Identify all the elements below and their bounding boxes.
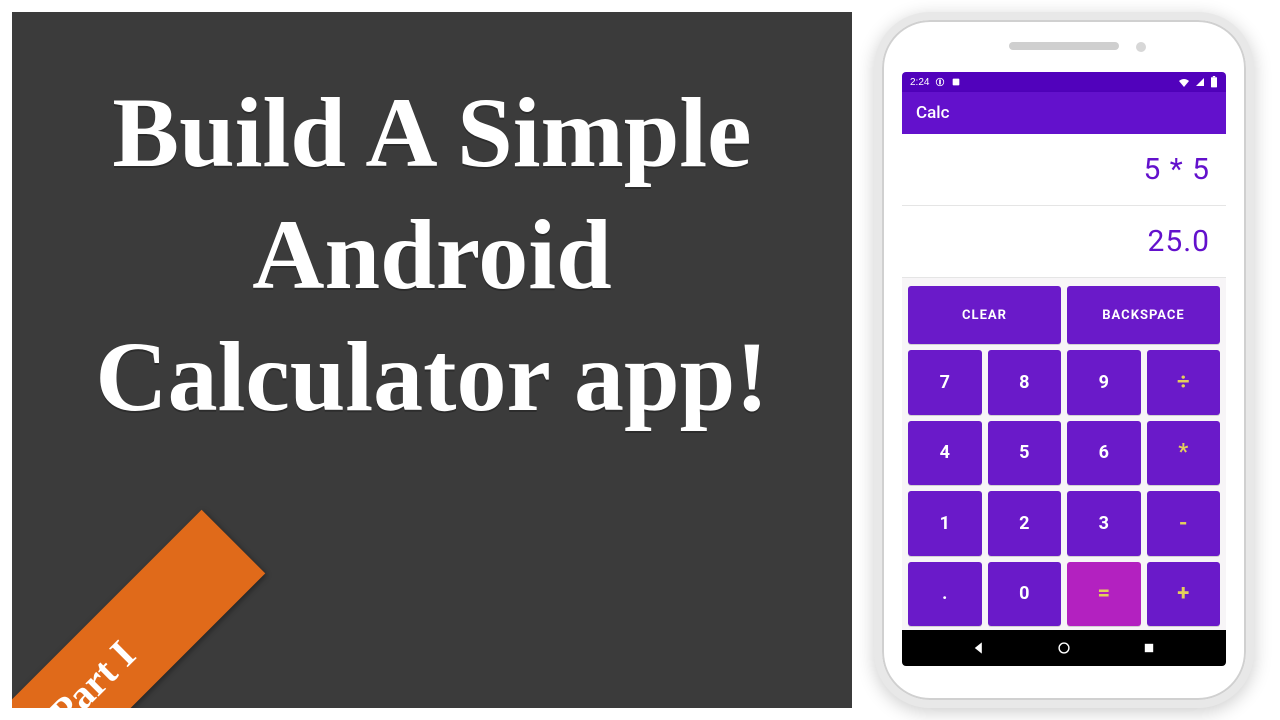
status-bar: 2:24	[902, 72, 1226, 92]
headline-line-1: Build A Simple	[12, 72, 852, 194]
key-8[interactable]: 8	[988, 350, 1062, 414]
key-add[interactable]: +	[1147, 562, 1221, 626]
status-time: 2:24	[910, 77, 929, 88]
key-7[interactable]: 7	[908, 350, 982, 414]
keypad: CLEAR BACKSPACE 7 8 9 ÷ 4 5 6 * 1 2	[902, 278, 1226, 630]
expression-display: 5 * 5	[902, 134, 1226, 206]
status-debug-icon	[935, 77, 945, 87]
backspace-button[interactable]: BACKSPACE	[1067, 286, 1220, 344]
android-navbar	[902, 630, 1226, 666]
nav-home-button[interactable]	[1055, 639, 1073, 657]
app-title: Calc	[916, 103, 949, 123]
key-1[interactable]: 1	[908, 491, 982, 555]
phone-earpiece	[1009, 42, 1119, 50]
status-right	[1178, 76, 1218, 88]
headline-line-3: Calculator app!	[12, 316, 852, 438]
phone-screen: 2:24	[902, 72, 1226, 666]
key-dot[interactable]: .	[908, 562, 982, 626]
nav-back-button[interactable]	[970, 639, 988, 657]
result-display: 25.0	[902, 206, 1226, 278]
ribbon-label: Part I	[40, 631, 145, 708]
key-equals[interactable]: =	[1067, 562, 1141, 626]
title-panel: Build A Simple Android Calculator app! P…	[12, 12, 852, 708]
display-area: 5 * 5 25.0	[902, 134, 1226, 278]
phone-frame: 2:24	[874, 12, 1254, 708]
key-9[interactable]: 9	[1067, 350, 1141, 414]
phone-camera	[1136, 42, 1146, 52]
app-bar: Calc	[902, 92, 1226, 134]
key-0[interactable]: 0	[988, 562, 1062, 626]
key-multiply[interactable]: *	[1147, 421, 1221, 485]
key-3[interactable]: 3	[1067, 491, 1141, 555]
signal-icon	[1195, 77, 1205, 87]
status-left: 2:24	[910, 77, 961, 88]
key-6[interactable]: 6	[1067, 421, 1141, 485]
key-4[interactable]: 4	[908, 421, 982, 485]
key-2[interactable]: 2	[988, 491, 1062, 555]
status-notif-icon	[951, 77, 961, 87]
headline-line-2: Android	[12, 194, 852, 316]
key-subtract[interactable]: -	[1147, 491, 1221, 555]
headline: Build A Simple Android Calculator app!	[12, 72, 852, 438]
nav-recents-button[interactable]	[1140, 639, 1158, 657]
key-divide[interactable]: ÷	[1147, 350, 1221, 414]
thumbnail-stage: Build A Simple Android Calculator app! P…	[0, 0, 1280, 720]
battery-icon	[1210, 76, 1218, 88]
part-ribbon: Part I	[12, 510, 265, 708]
wifi-icon	[1178, 77, 1190, 87]
clear-button[interactable]: CLEAR	[908, 286, 1061, 344]
key-5[interactable]: 5	[988, 421, 1062, 485]
